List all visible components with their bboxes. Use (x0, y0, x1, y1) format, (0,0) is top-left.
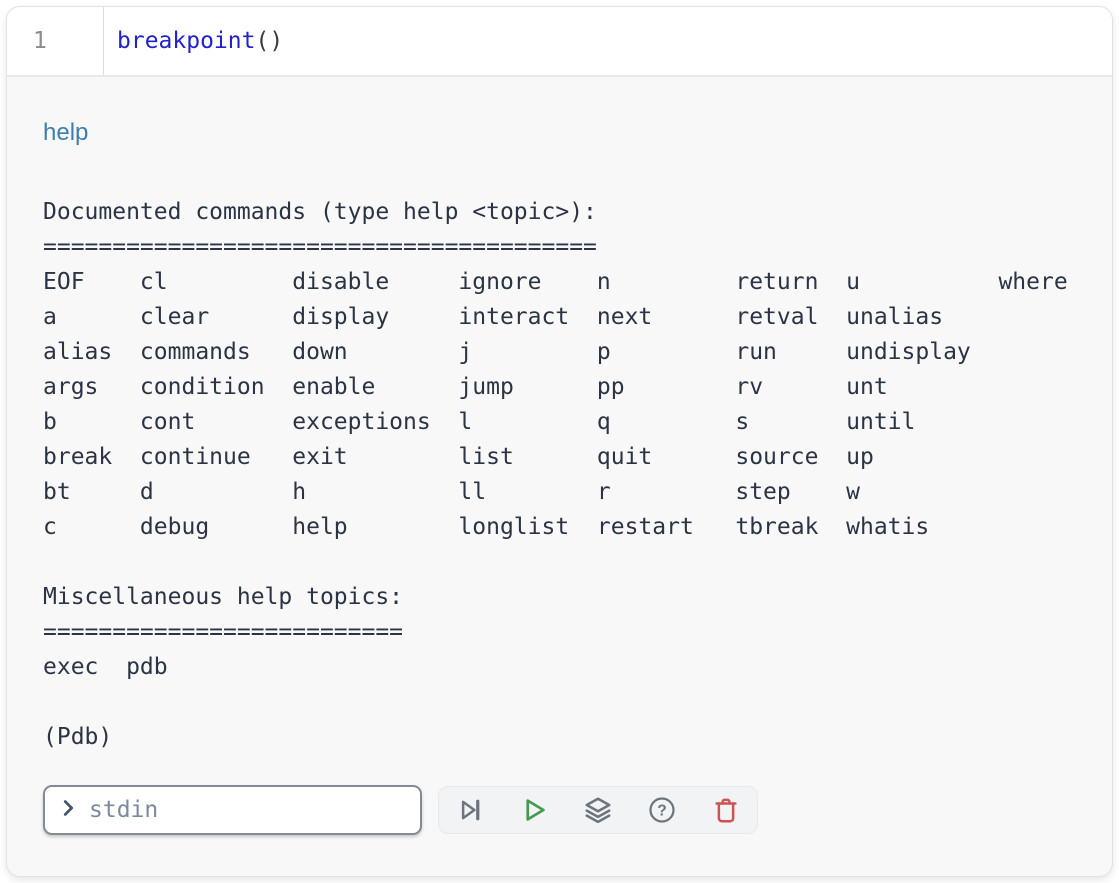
layers-icon (583, 795, 613, 825)
trash-icon (711, 795, 741, 825)
clear-button[interactable] (711, 795, 741, 825)
code-line[interactable]: breakpoint() (104, 7, 283, 75)
stdin-input[interactable] (89, 797, 408, 823)
step-button[interactable] (455, 795, 485, 825)
line-number-gutter: 1 (7, 7, 104, 75)
run-button[interactable] (519, 795, 549, 825)
question-circle-icon: ? (647, 795, 677, 825)
svg-text:?: ? (657, 802, 667, 819)
stack-button[interactable] (583, 795, 613, 825)
debugger-panel: 1 breakpoint() help Documented commands … (6, 6, 1113, 877)
console-toolbar: ? (438, 786, 758, 834)
pdb-output-text: Documented commands (type help <topic>):… (43, 195, 1092, 755)
help-button[interactable]: ? (647, 795, 677, 825)
code-editor[interactable]: 1 breakpoint() (7, 7, 1112, 77)
chevron-right-icon (57, 797, 79, 824)
echoed-command: help (43, 119, 1092, 147)
stdin-input-group[interactable] (43, 785, 422, 835)
skip-forward-icon (455, 795, 485, 825)
line-number: 1 (33, 28, 47, 54)
code-token-builtin: breakpoint (117, 28, 255, 54)
console-controls: ? (43, 785, 1092, 835)
code-token-punctuation: () (255, 28, 283, 54)
play-icon (519, 795, 549, 825)
console-output-area: help Documented commands (type help <top… (7, 77, 1112, 835)
